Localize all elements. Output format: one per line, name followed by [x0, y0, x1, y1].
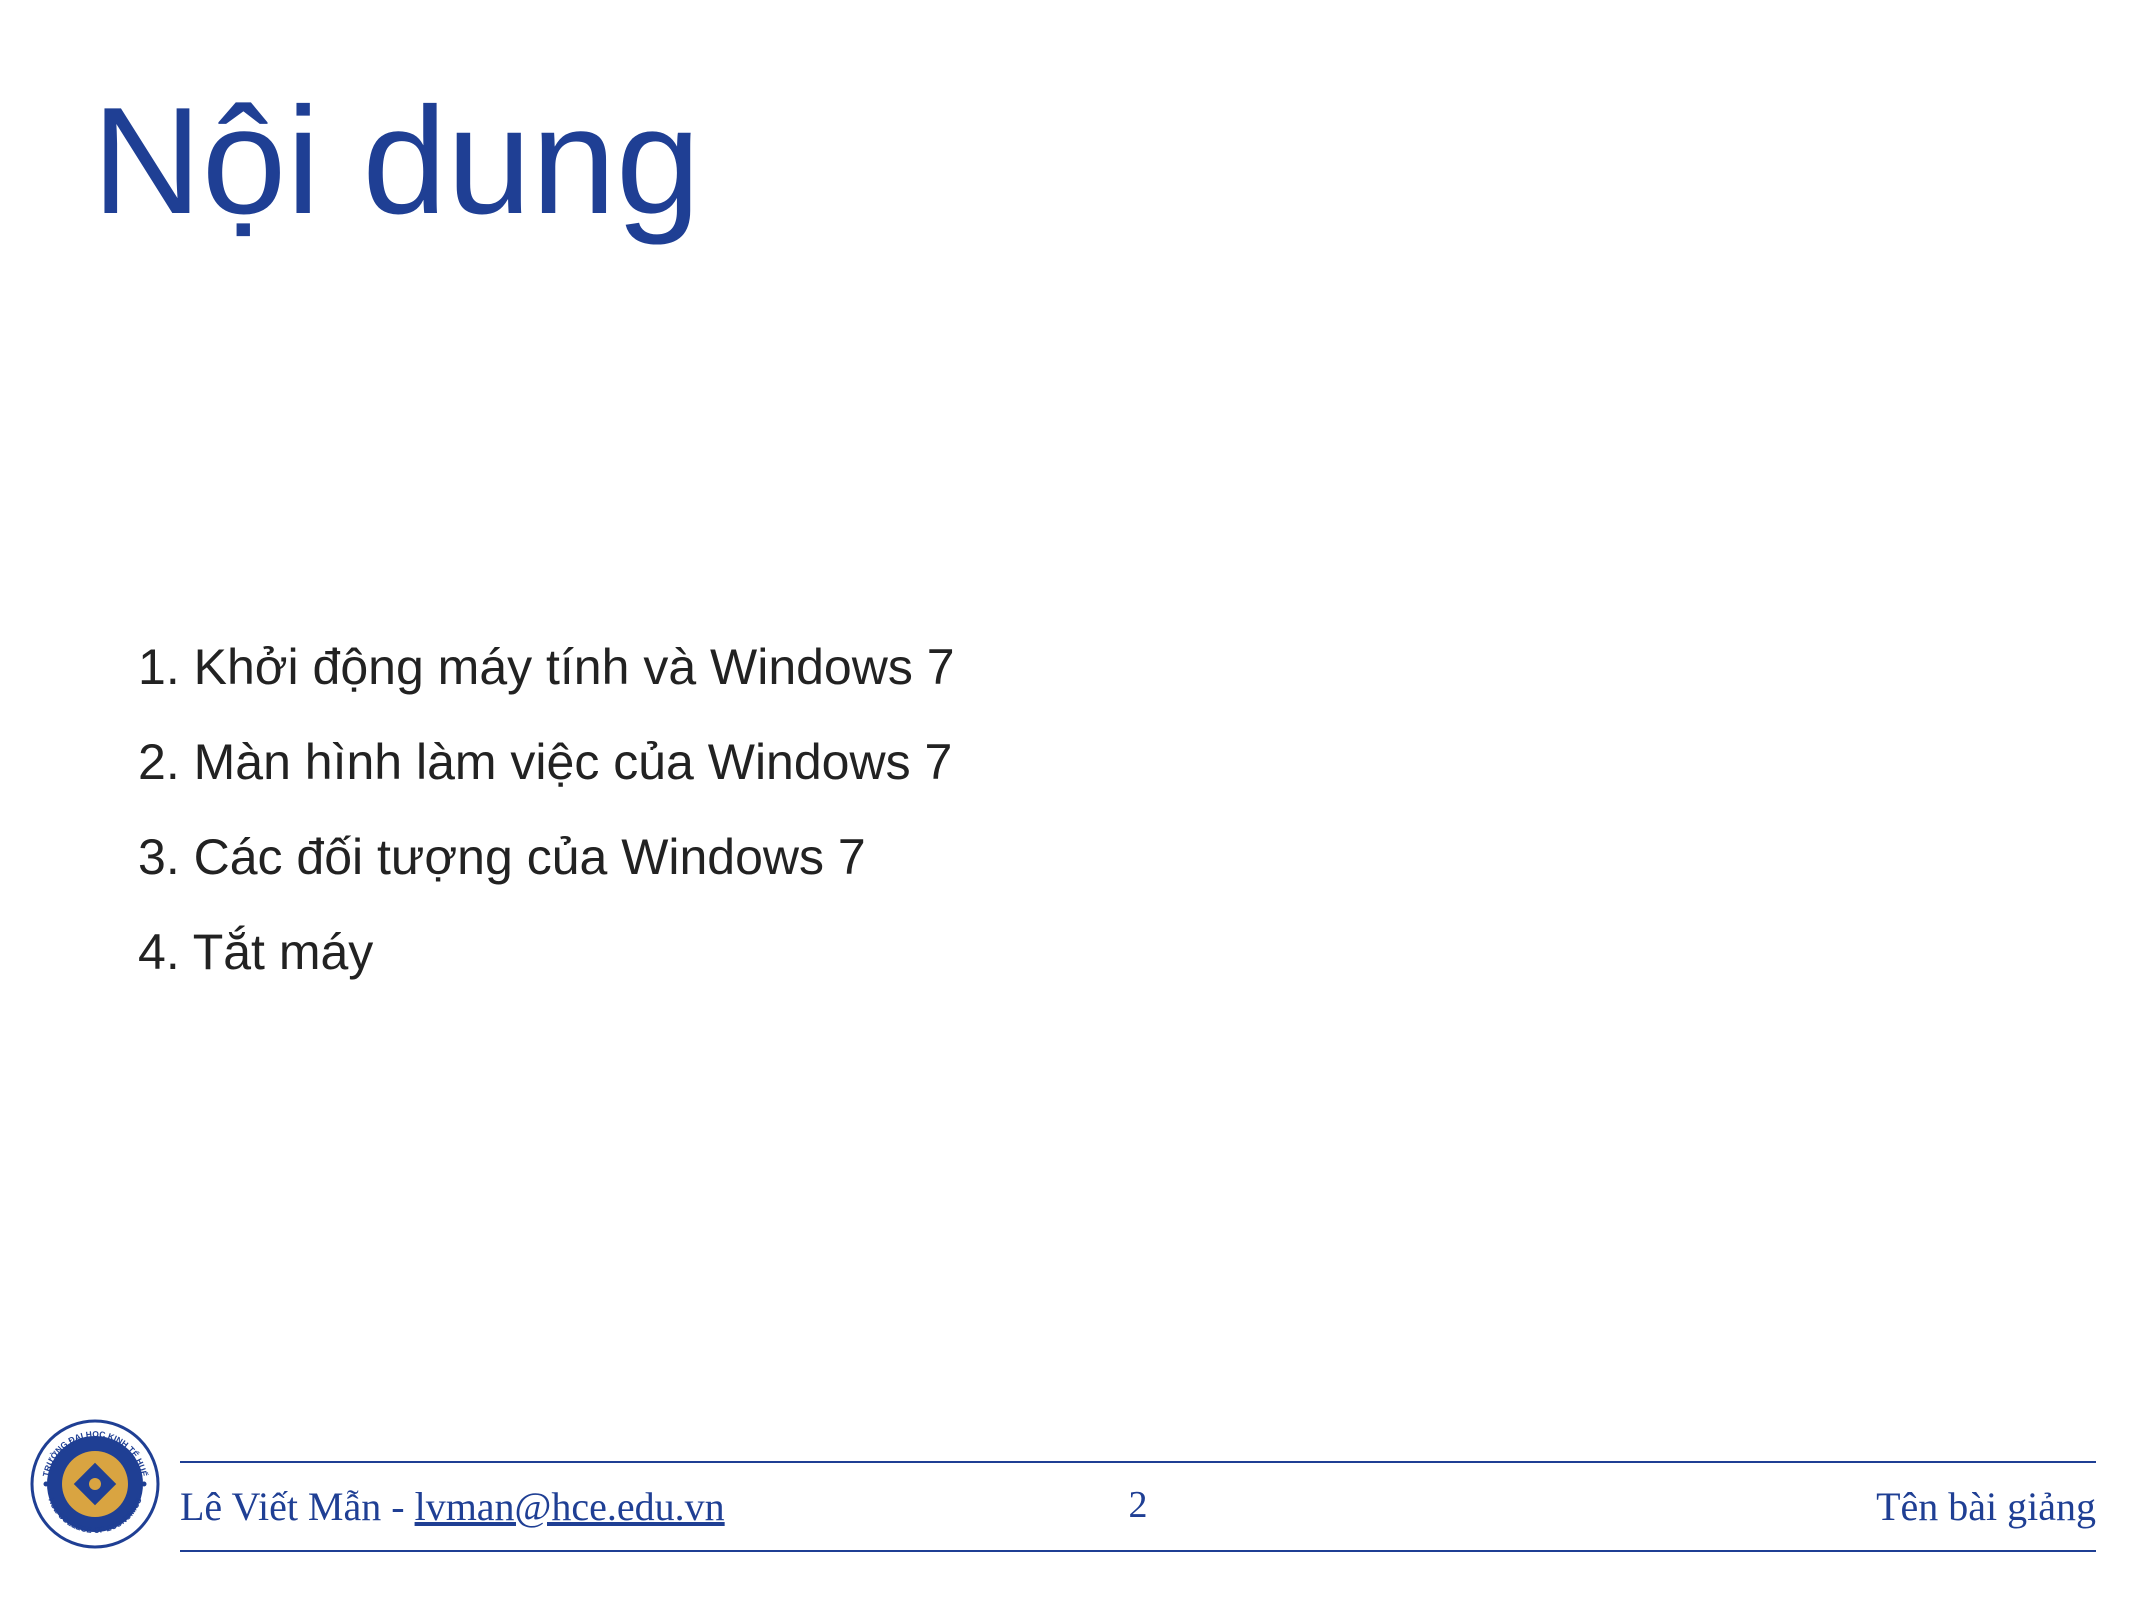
footer-divider-bottom — [180, 1550, 2096, 1552]
footer-author-block: Lê Viết Mẫn - lvman@hce.edu.vn — [180, 1483, 725, 1530]
list-item: Các đối tượng của Windows 7 — [138, 810, 955, 905]
list-item: Tắt máy — [138, 905, 955, 1000]
list-item: Khởi động máy tính và Windows 7 — [138, 620, 955, 715]
university-logo: TRƯỜNG ĐẠI HỌC KINH TẾ HUẾ HUE COLLEGE O… — [30, 1419, 160, 1549]
list-item: Màn hình làm việc của Windows 7 — [138, 715, 955, 810]
footer-author: Lê Viết Mẫn — [180, 1483, 381, 1530]
footer-row: Lê Viết Mẫn - lvman@hce.edu.vn 2 Tên bài… — [180, 1483, 2096, 1530]
footer-email: lvman@hce.edu.vn — [415, 1483, 725, 1530]
footer-lecture-name: Tên bài giảng — [1876, 1483, 2096, 1530]
slide: Nội dung Khởi động máy tính và Windows 7… — [0, 0, 2133, 1599]
footer-separator: - — [391, 1483, 404, 1530]
content-list: Khởi động máy tính và Windows 7 Màn hình… — [138, 620, 955, 1000]
footer-divider-top — [180, 1461, 2096, 1463]
footer-page-number: 2 — [1129, 1483, 1148, 1527]
slide-title: Nội dung — [92, 74, 700, 249]
